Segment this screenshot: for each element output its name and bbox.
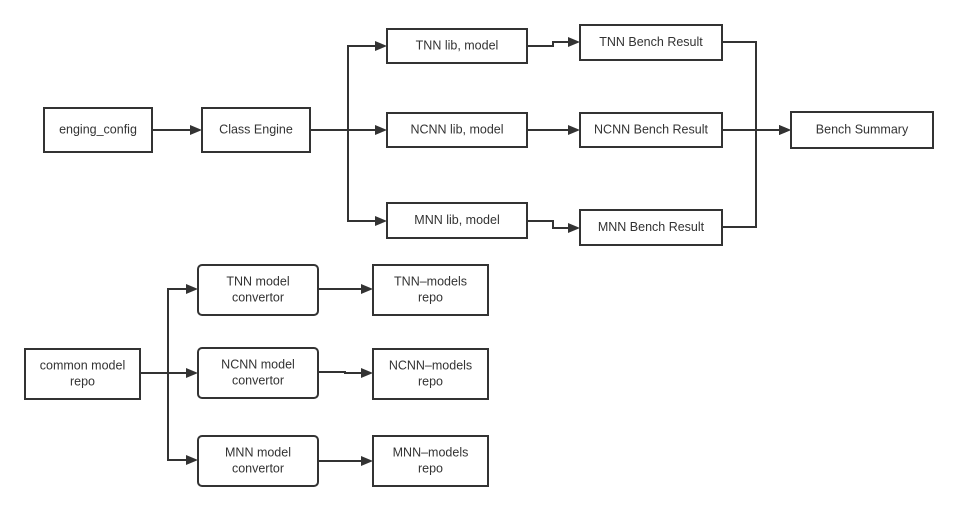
node-label: TNN model	[226, 274, 289, 288]
node-label: TNN lib, model	[416, 38, 499, 52]
edge-engine-config-to-class-engine	[152, 125, 202, 135]
node-tnn-bench: TNN Bench Result	[579, 24, 723, 61]
node-ncnn-lib: NCNN lib, model	[386, 112, 528, 148]
connector-line	[310, 129, 375, 222]
node-ncnn-bench: NCNN Bench Result	[579, 112, 723, 148]
node-mnn-bench: MNN Bench Result	[579, 209, 723, 246]
connector-line	[722, 129, 779, 228]
edge-ncnn-lib-to-ncnn-bench	[527, 125, 580, 135]
arrowhead-icon	[361, 284, 373, 294]
arrowhead-icon	[375, 41, 387, 51]
node-tnn-conv: TNN model convertor	[197, 264, 319, 316]
node-label: Class Engine	[219, 122, 293, 136]
connectors	[140, 37, 791, 466]
node-ncnn-conv: NCNN model convertor	[197, 347, 319, 399]
node-mnn-lib: MNN lib, model	[386, 202, 528, 239]
node-label: repo	[418, 461, 443, 475]
edge-tnn-conv-to-tnn-repo	[318, 284, 373, 294]
edge-class-engine-to-tnn-lib	[310, 41, 387, 131]
node-label: MNN Bench Result	[598, 220, 705, 234]
node-label: MNN model	[225, 445, 291, 459]
arrowhead-icon	[568, 125, 580, 135]
node-engine-config: enging_config	[43, 107, 153, 153]
node-label: MNN lib, model	[414, 213, 499, 227]
node-label: repo	[418, 374, 443, 388]
connector-line	[527, 220, 568, 229]
node-label: TNN Bench Result	[599, 35, 703, 49]
arrowhead-icon	[361, 456, 373, 466]
node-label: NCNN–models	[389, 358, 472, 372]
edge-tnn-bench-to-bench-summary	[722, 41, 791, 135]
node-label: MNN–models	[393, 445, 469, 459]
node-label: NCNN Bench Result	[594, 122, 708, 136]
arrowhead-icon	[186, 455, 198, 465]
edge-common-repo-to-tnn-conv	[140, 284, 198, 374]
edge-mnn-bench-to-bench-summary	[722, 125, 791, 228]
connector-line	[140, 372, 186, 461]
arrowhead-icon	[375, 216, 387, 226]
node-label: NCNN lib, model	[410, 122, 503, 136]
arrowhead-icon	[568, 37, 580, 47]
node-class-engine: Class Engine	[201, 107, 311, 153]
arrowhead-icon	[375, 125, 387, 135]
node-bench-summary: Bench Summary	[790, 111, 934, 149]
edge-common-repo-to-mnn-conv	[140, 372, 198, 465]
node-label: NCNN model	[221, 357, 295, 371]
node-label: convertor	[232, 290, 284, 304]
arrowhead-icon	[186, 284, 198, 294]
node-mnn-repo: MNN–models repo	[372, 435, 489, 487]
node-common-repo: common model repo	[24, 348, 141, 400]
nodes: enging_config Class Engine TNN lib, model N…	[24, 24, 934, 487]
edge-ncnn-conv-to-ncnn-repo	[318, 368, 373, 378]
arrowhead-icon	[186, 368, 198, 378]
arrowhead-icon	[190, 125, 202, 135]
edge-tnn-lib-to-tnn-bench	[527, 37, 580, 47]
edge-class-engine-to-mnn-lib	[310, 129, 387, 226]
connector-line	[310, 45, 375, 131]
edge-mnn-lib-to-mnn-bench	[527, 220, 580, 233]
node-label: convertor	[232, 373, 284, 387]
arrowhead-icon	[779, 125, 791, 135]
node-mnn-conv: MNN model convertor	[197, 435, 319, 487]
node-label: repo	[70, 374, 95, 388]
node-ncnn-repo: NCNN–models repo	[372, 348, 489, 400]
node-label: convertor	[232, 461, 284, 475]
node-tnn-lib: TNN lib, model	[386, 28, 528, 64]
connector-line	[318, 371, 361, 374]
node-tnn-repo: TNN–models repo	[372, 264, 489, 316]
node-label: Bench Summary	[816, 122, 909, 136]
connector-line	[722, 41, 779, 131]
connector-line	[140, 288, 186, 374]
flow-diagram: enging_config Class Engine TNN lib, model N…	[24, 24, 934, 487]
edge-mnn-conv-to-mnn-repo	[318, 456, 373, 466]
arrowhead-icon	[568, 223, 580, 233]
node-label: common model	[40, 358, 125, 372]
arrowhead-icon	[361, 368, 373, 378]
connector-line	[527, 41, 568, 47]
node-label: enging_config	[59, 122, 137, 136]
node-label: TNN–models	[394, 274, 467, 288]
node-label: repo	[418, 290, 443, 304]
